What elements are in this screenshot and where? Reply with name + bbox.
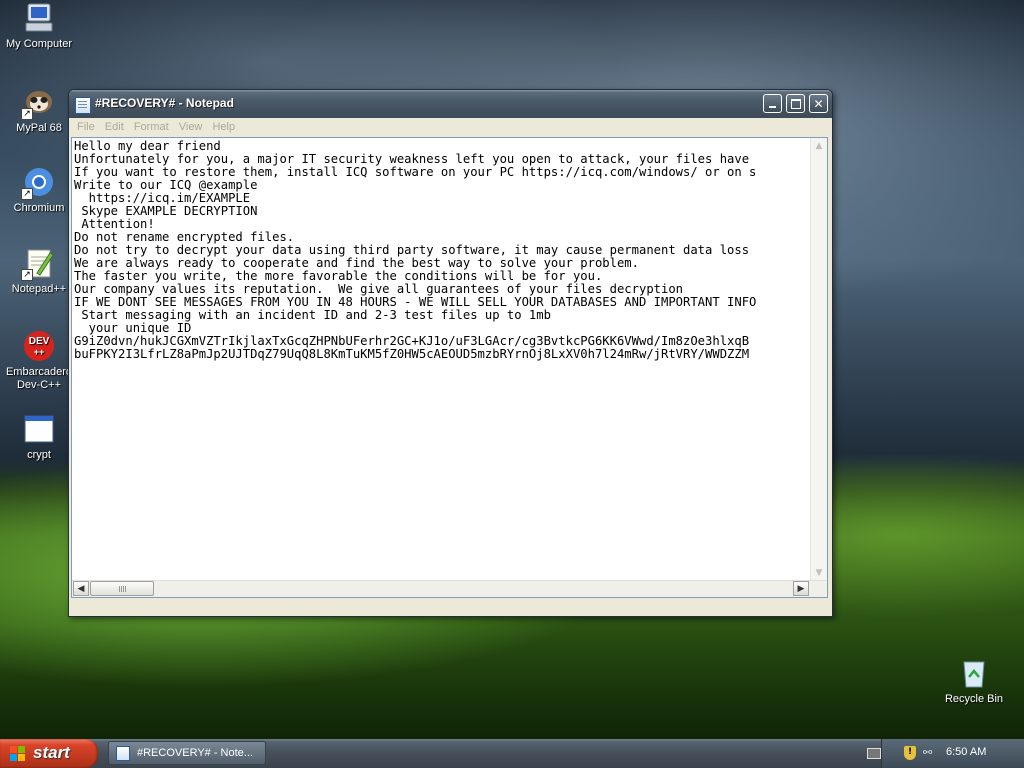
minimize-button[interactable] <box>763 94 782 113</box>
desktop-icon-label: crypt <box>27 449 51 461</box>
maximize-button[interactable] <box>786 94 805 113</box>
computer-icon <box>23 2 55 34</box>
notepad-window[interactable]: #RECOVERY# - Notepad ✕ File Edit Format … <box>68 89 833 617</box>
shortcut-arrow-icon: ↗ <box>21 269 33 281</box>
horizontal-scrollbar[interactable]: ◀ ▶ <box>72 580 827 597</box>
horizontal-scroll-thumb[interactable] <box>90 581 154 596</box>
start-button[interactable]: start <box>0 739 98 768</box>
desktop-icon-label: MyPal 68 <box>16 122 62 134</box>
start-label: start <box>33 743 70 762</box>
scroll-up-icon[interactable]: ▲ <box>811 138 827 154</box>
shortcut-arrow-icon: ↗ <box>21 108 33 120</box>
taskbar: start #RECOVERY# - Note... ! ⚯ 6:50 AM <box>0 739 1024 768</box>
scroll-left-icon[interactable]: ◀ <box>73 581 89 596</box>
text-editor[interactable]: Hello my dear friend Unfortunately for y… <box>71 137 828 598</box>
system-tray: ! ⚯ 6:50 AM <box>867 739 1024 768</box>
window-title: #RECOVERY# - Notepad <box>95 96 234 110</box>
keyboard-icon[interactable] <box>867 748 881 759</box>
title-bar[interactable]: #RECOVERY# - Notepad ✕ <box>69 90 832 118</box>
desktop-icon-chromium[interactable]: ↗ Chromium <box>0 166 78 215</box>
network-icon[interactable]: ⚯ <box>923 746 937 760</box>
taskbar-button-label: #RECOVERY# - Note... <box>137 747 253 759</box>
menu-help[interactable]: Help <box>205 118 235 133</box>
desktop-icon-label: Recycle Bin <box>944 693 1004 705</box>
desktop-icon-label: My Computer <box>5 38 73 50</box>
desktop-icon-crypt[interactable]: crypt <box>0 413 78 462</box>
desktop-icon-label: Notepad++ <box>11 283 67 295</box>
shortcut-arrow-icon: ↗ <box>21 188 33 200</box>
desktop-icon-mypal[interactable]: ↗ MyPal 68 <box>0 86 78 135</box>
menu-edit[interactable]: Edit <box>98 118 124 133</box>
menu-bar: File Edit Format View Help <box>70 118 831 137</box>
devcpp-icon: DEV ++ <box>23 330 55 362</box>
menu-view[interactable]: View <box>172 118 203 133</box>
desktop-icon-label: Embarcadero Dev-C++ <box>5 366 73 391</box>
taskbar-button-notepad[interactable]: #RECOVERY# - Note... <box>108 741 266 765</box>
desktop-icon-notepadpp[interactable]: ↗ Notepad++ <box>0 247 78 296</box>
clock[interactable]: 6:50 AM <box>946 746 986 758</box>
application-window-icon <box>23 413 55 445</box>
scroll-right-icon[interactable]: ▶ <box>793 581 809 596</box>
menu-file[interactable]: File <box>70 118 95 133</box>
security-shield-icon[interactable]: ! <box>904 746 916 760</box>
notepad-icon <box>75 97 91 114</box>
desktop-icon-recycle-bin[interactable]: Recycle Bin <box>935 657 1013 706</box>
svg-text:++: ++ <box>34 347 45 357</box>
document-text[interactable]: Hello my dear friend Unfortunately for y… <box>74 140 810 580</box>
vertical-scrollbar[interactable]: ▲ ▼ <box>810 138 827 581</box>
mypal-raccoon-icon: ↗ <box>21 86 55 120</box>
chromium-icon: ↗ <box>21 166 55 200</box>
notepad-icon <box>116 746 130 761</box>
scroll-down-icon[interactable]: ▼ <box>811 565 827 581</box>
windows-flag-icon <box>10 746 26 761</box>
recycle-bin-icon <box>958 657 990 689</box>
menu-format[interactable]: Format <box>127 118 169 133</box>
svg-text:DEV: DEV <box>29 336 50 347</box>
desktop-icon-devcpp[interactable]: DEV ++ Embarcadero Dev-C++ <box>0 330 78 392</box>
desktop-icon-label: Chromium <box>13 202 65 214</box>
close-button[interactable]: ✕ <box>809 94 828 113</box>
desktop-icon-my-computer[interactable]: My Computer <box>0 2 78 51</box>
notepadpp-icon: ↗ <box>21 247 55 281</box>
